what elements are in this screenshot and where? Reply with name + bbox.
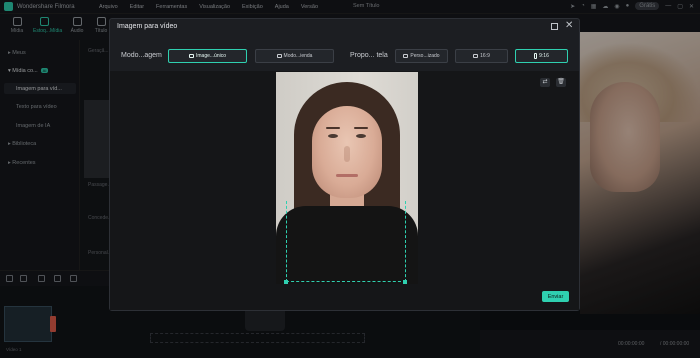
image-icon (188, 54, 194, 58)
crop-frame[interactable] (286, 201, 406, 282)
image-canvas: ⇄ 🗑 (110, 71, 579, 310)
ratio-option-label: 9:16 (539, 53, 549, 59)
ratio-option-label: 16:9 (480, 53, 490, 59)
mode-option-label: Image...único (195, 53, 227, 59)
mode-label: Modo...agem (121, 52, 162, 59)
image-icon (276, 54, 282, 58)
ratio-label: Propo... tela (350, 52, 388, 59)
crop-handle-bottom-left[interactable] (284, 280, 288, 284)
mode-option-single-image[interactable]: Image...único (168, 49, 247, 63)
ratio-option-16-9[interactable]: 16:9 (455, 49, 508, 63)
image-to-video-dialog: Imagem para vídeo ✕ Modo...agem Image...… (109, 18, 580, 311)
ratio-option-9-16[interactable]: 9:16 (515, 49, 568, 63)
mode-option-2[interactable]: Modo...ienda (255, 49, 334, 63)
ratio-option-label: Perso...izado (410, 53, 440, 59)
close-icon[interactable]: ✕ (565, 20, 573, 31)
trash-icon[interactable]: 🗑 (556, 78, 566, 87)
maximize-icon[interactable] (551, 23, 558, 30)
custom-ratio-icon (403, 54, 409, 58)
mode-option-label: Modo...ienda (283, 53, 313, 59)
replace-image-icon[interactable]: ⇄ (540, 78, 550, 87)
crop-handle-bottom-right[interactable] (403, 280, 407, 284)
send-button[interactable]: Enviar (542, 291, 569, 302)
dialog-title: Imagem para vídeo (117, 23, 178, 30)
ratio-option-custom[interactable]: Perso...izado (395, 49, 448, 63)
portrait-ratio-icon (534, 53, 538, 59)
landscape-ratio-icon (473, 54, 479, 58)
